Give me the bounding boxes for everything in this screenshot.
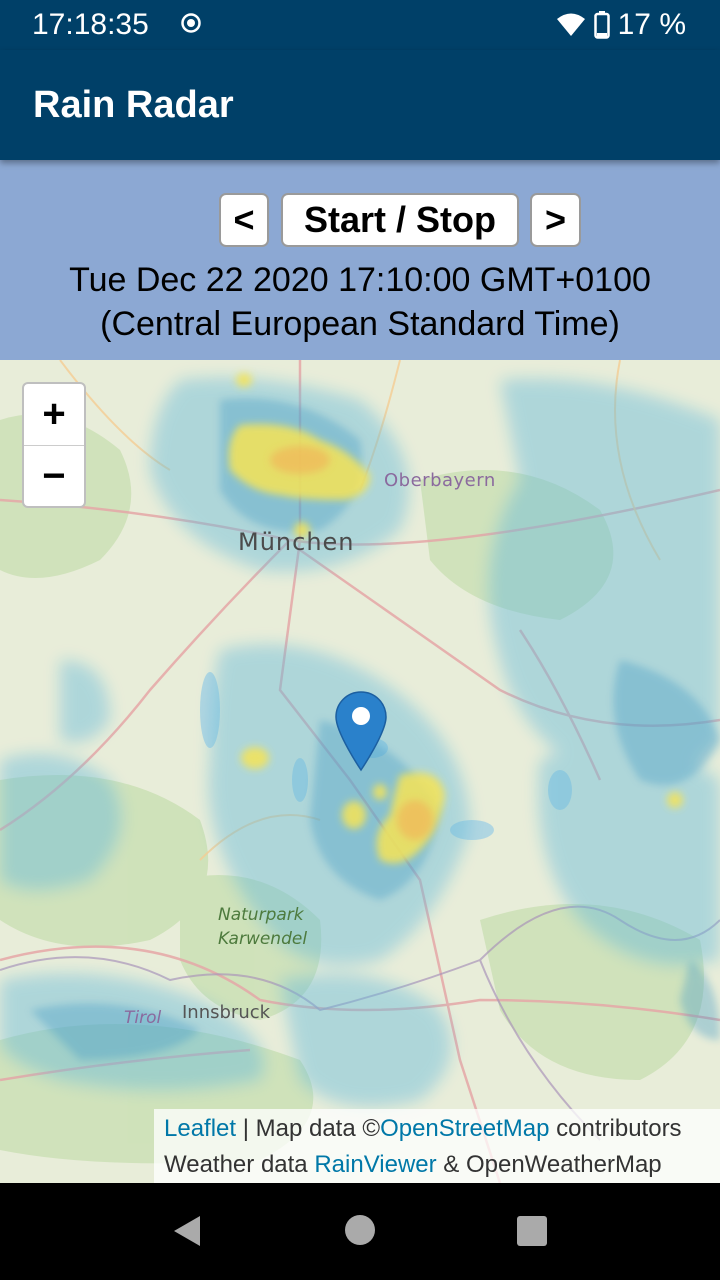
zoom-out-button[interactable]: − — [24, 446, 84, 506]
nav-home-icon[interactable] — [345, 1215, 375, 1245]
battery-icon — [593, 11, 610, 39]
contributors-text: contributors — [549, 1115, 682, 1142]
map-label-oberbayern: Oberbayern — [384, 470, 496, 491]
frame-timestamp: Tue Dec 22 2020 17:10:00 GMT+0100 (Centr… — [0, 258, 720, 346]
start-stop-button[interactable]: Start / Stop — [281, 193, 519, 247]
status-time: 17:18:35 — [32, 8, 149, 41]
nav-recent-icon[interactable] — [517, 1216, 547, 1246]
map-base-layer — [0, 360, 720, 1183]
map-attribution: Leaflet | Map data ©OpenStreetMap contri… — [154, 1109, 720, 1183]
app-title: Rain Radar — [33, 84, 234, 126]
status-bar: 17:18:35 17 % — [0, 0, 720, 50]
wifi-icon — [556, 13, 585, 36]
map-label-tirol: Tirol — [124, 1008, 162, 1028]
location-dot-icon — [181, 13, 201, 33]
map-data-text: | Map data © — [236, 1115, 381, 1142]
next-frame-button[interactable]: > — [530, 193, 581, 247]
previous-frame-button[interactable]: < — [219, 193, 269, 247]
map-label-naturpark: Naturpark — [218, 905, 304, 925]
radar-map[interactable]: München Oberbayern Naturpark Karwendel I… — [0, 360, 720, 1183]
status-right: 17 % — [556, 8, 686, 42]
nav-back-icon[interactable] — [172, 1215, 202, 1247]
rainviewer-link[interactable]: RainViewer — [314, 1151, 436, 1178]
timestamp-line1: Tue Dec 22 2020 17:10:00 GMT+0100 — [69, 261, 651, 299]
leaflet-link[interactable]: Leaflet — [164, 1115, 236, 1142]
app-bar: Rain Radar — [0, 50, 720, 160]
zoom-in-button[interactable]: + — [24, 384, 84, 446]
map-label-karwendel: Karwendel — [218, 929, 308, 949]
battery-percent: 17 % — [617, 8, 686, 41]
map-label-munich: München — [238, 528, 355, 556]
weather-data-text: Weather data — [164, 1151, 315, 1178]
button-row: < Start / Stop > — [0, 193, 720, 249]
timestamp-line2: (Central European Standard Time) — [100, 305, 620, 343]
zoom-control: + − — [22, 382, 86, 508]
owm-text: & OpenWeatherMap — [436, 1151, 662, 1178]
controls-panel: < Start / Stop > Tue Dec 22 2020 17:10:0… — [0, 160, 720, 360]
map-label-innsbruck: Innsbruck — [182, 1002, 271, 1023]
system-nav-bar — [0, 1183, 720, 1280]
osm-link[interactable]: OpenStreetMap — [380, 1115, 549, 1142]
